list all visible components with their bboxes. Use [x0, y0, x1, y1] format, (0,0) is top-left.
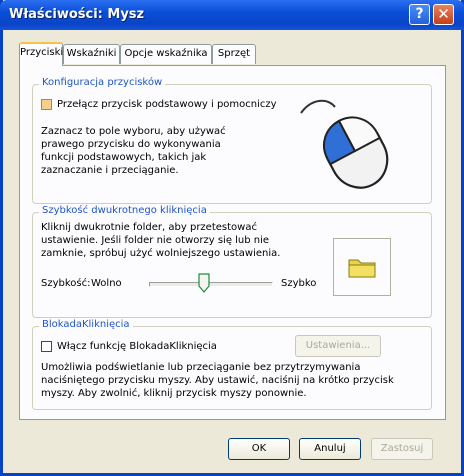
swap-buttons-checkbox[interactable] [41, 99, 52, 110]
button-config-description: Zaznacz to pole wyboru, aby używać prawe… [41, 126, 226, 176]
slow-label: Wolno [91, 278, 122, 289]
slider-thumb-icon[interactable] [198, 273, 210, 293]
double-click-description: Kliknij dwukrotnie folder, aby przetesto… [41, 222, 281, 259]
double-click-legend: Szybkość dwukrotnego kliknięcia [39, 205, 210, 216]
close-button[interactable]: ✕ [433, 4, 454, 25]
speed-label: Szybkość: [41, 278, 91, 289]
swap-buttons-label[interactable]: Przełącz przycisk podstawowy i pomocnicz… [57, 98, 297, 111]
click-lock-settings-button[interactable]: Ustawienia... [295, 335, 381, 357]
click-lock-legend: BlokadaKliknięcia [39, 319, 133, 330]
tab-panel: Konfiguracja przycisków Przełącz przycis… [19, 65, 446, 420]
click-lock-group: BlokadaKliknięcia Włącz funkcję BlokadaK… [32, 319, 432, 410]
tab-buttons[interactable]: Przyciski [19, 42, 63, 66]
tab-pointers[interactable]: Wskaźniki [63, 44, 120, 64]
mouse-illustration-icon [300, 99, 389, 189]
tab-pointer-options[interactable]: Opcje wskaźnika [120, 44, 212, 64]
button-config-group: Konfiguracja przycisków Przełącz przycis… [32, 77, 432, 204]
cancel-button[interactable]: Anuluj [299, 438, 361, 460]
properties-window: Właściwości: Mysz ? ✕ Przyciski Wskaźnik… [0, 0, 464, 476]
double-click-group: Szybkość dwukrotnego kliknięcia Kliknij … [32, 205, 432, 318]
fast-label: Szybko [281, 278, 317, 289]
mouse-illustration [293, 93, 399, 193]
window-title: Właściwości: Mysz [9, 7, 145, 22]
title-bar[interactable]: Właściwości: Mysz ? ✕ [0, 0, 464, 30]
click-lock-description: Umożliwia podświetlanie lub przeciąganie… [41, 362, 394, 399]
ok-button[interactable]: OK [228, 438, 290, 460]
apply-button[interactable]: Zastosuj [371, 438, 433, 460]
button-config-legend: Konfiguracja przycisków [39, 77, 166, 88]
click-lock-label[interactable]: Włącz funkcję BlokadaKliknięcia [57, 340, 217, 353]
speed-slider-track[interactable] [149, 282, 273, 287]
click-lock-checkbox[interactable] [41, 341, 52, 352]
test-folder-area[interactable] [333, 238, 391, 296]
help-button[interactable]: ? [409, 4, 430, 25]
folder-icon[interactable] [334, 239, 390, 295]
tab-hardware[interactable]: Sprzęt [212, 44, 256, 64]
